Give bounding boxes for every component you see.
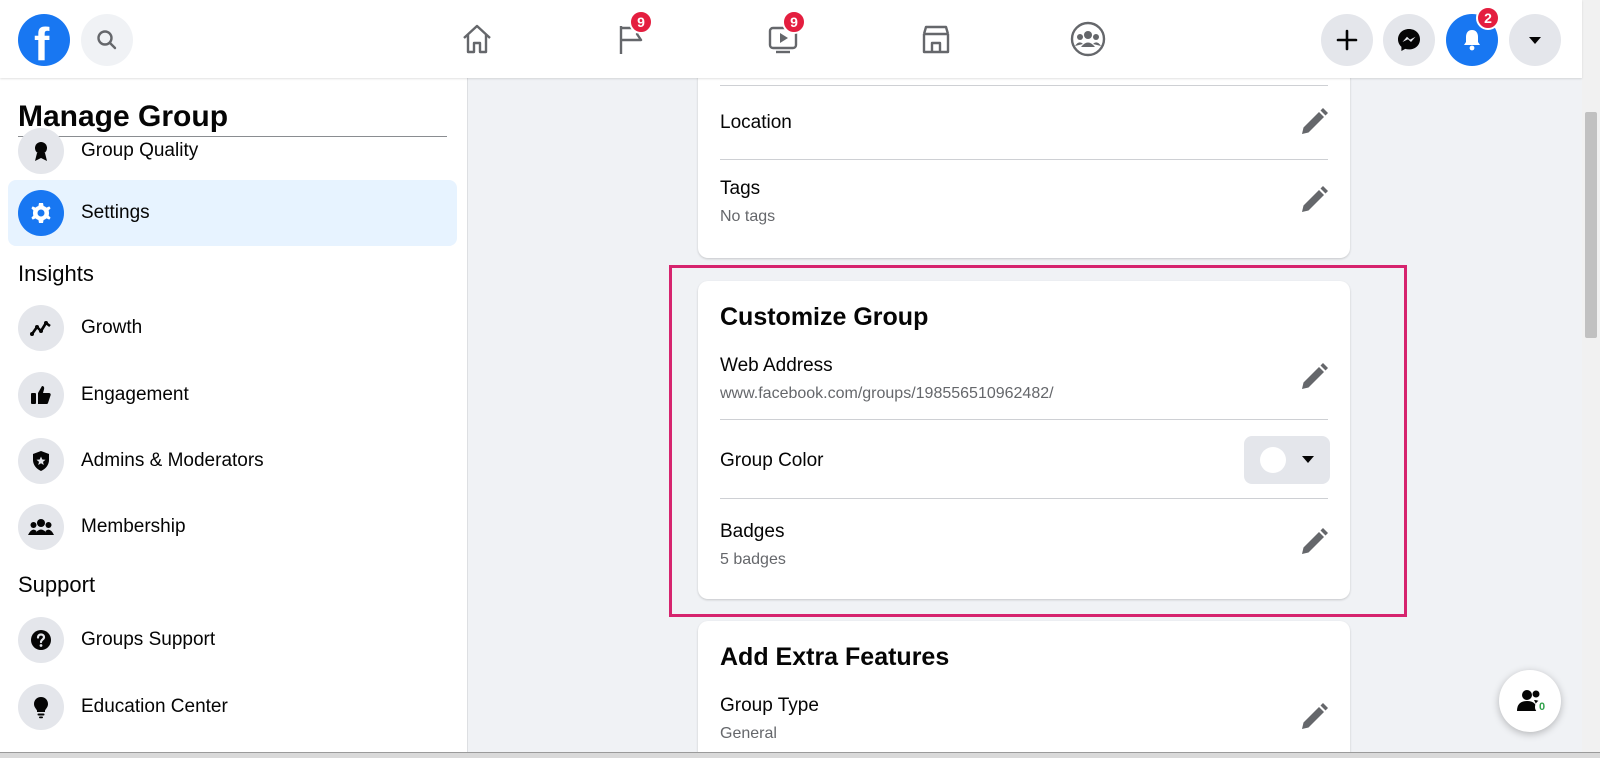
customize-group-card: Customize Group Web Address www.facebook… [698, 281, 1350, 599]
groups-icon [1070, 21, 1106, 57]
edit-web-address-button[interactable] [1298, 361, 1330, 393]
caret-down-icon [1302, 456, 1314, 463]
row-separator [720, 419, 1328, 420]
nav-home[interactable] [452, 14, 502, 64]
plus-icon [1336, 29, 1358, 51]
tags-label: Tags [720, 178, 761, 199]
sidebar-item-label: Membership [81, 516, 186, 537]
sidebar-item-group-quality[interactable]: Group Quality [8, 120, 457, 186]
sidebar-item-label: Education Center [81, 696, 228, 717]
taskbar-strip [0, 752, 1600, 758]
watch-badge: 9 [782, 10, 806, 34]
lightbulb-icon [18, 684, 64, 730]
badges-label: Badges [720, 521, 785, 542]
extra-features-title: Add Extra Features [720, 643, 950, 671]
customize-group-title: Customize Group [720, 303, 929, 331]
sidebar-item-label: Admins & Moderators [81, 450, 264, 471]
notifications-button[interactable]: 2 [1446, 6, 1500, 66]
caret-down-icon [1529, 37, 1541, 44]
scrollbar-thumb[interactable] [1585, 112, 1597, 338]
facebook-logo[interactable]: f [18, 14, 70, 70]
color-swatch [1260, 447, 1286, 473]
pencil-icon [1302, 186, 1328, 212]
pencil-icon [1302, 528, 1328, 554]
sidebar-item-label: Group Quality [81, 140, 199, 161]
group-type-label: Group Type [720, 695, 819, 716]
web-address-label: Web Address [720, 355, 833, 376]
insights-heading: Insights [18, 261, 94, 286]
group-color-label: Group Color [720, 450, 824, 471]
edit-tags-button[interactable] [1298, 184, 1330, 216]
top-navigation-bar: f 9 9 2 [0, 0, 1582, 78]
growth-icon [18, 305, 64, 351]
sidebar-item-groups-support[interactable]: Groups Support [8, 607, 457, 673]
web-address-value: www.facebook.com/groups/198556510962482/ [720, 385, 1054, 402]
sidebar-item-admins-moderators[interactable]: Admins & Moderators [8, 428, 457, 494]
sidebar-item-label: Growth [81, 317, 143, 338]
pencil-icon [1302, 108, 1328, 134]
nav-watch[interactable]: 9 [758, 10, 808, 64]
edit-location-button[interactable] [1298, 106, 1330, 138]
messenger-button[interactable] [1383, 14, 1435, 66]
edit-badges-button[interactable] [1298, 526, 1330, 558]
row-separator [720, 159, 1328, 160]
support-heading: Support [18, 572, 96, 597]
pencil-icon [1302, 703, 1328, 729]
extra-features-card: Add Extra Features Group Type General [698, 621, 1350, 758]
settings-card: Location Tags No tags [698, 70, 1350, 258]
sidebar-item-label: Settings [81, 202, 150, 223]
account-menu-button[interactable] [1509, 14, 1561, 66]
nav-groups[interactable] [1063, 14, 1113, 64]
bell-icon [1464, 30, 1480, 51]
chat-count: 0 [1535, 700, 1549, 714]
row-separator [720, 85, 1328, 86]
search-icon [97, 30, 117, 50]
gear-icon [18, 190, 64, 236]
search-button[interactable] [81, 14, 133, 66]
group-color-dropdown[interactable] [1244, 436, 1330, 484]
sidebar-item-engagement[interactable]: Engagement [8, 362, 457, 428]
page-scrollbar[interactable] [1582, 0, 1600, 758]
sidebar-item-label: Engagement [81, 384, 189, 405]
sidebar-item-education-center[interactable]: Education Center [8, 674, 457, 740]
create-button[interactable] [1321, 14, 1373, 66]
nav-marketplace[interactable] [911, 14, 961, 64]
sidebar-item-settings[interactable]: Settings [8, 180, 457, 246]
home-icon [463, 24, 491, 54]
logo-letter: f [34, 18, 50, 70]
sidebar-item-membership[interactable]: Membership [8, 494, 457, 560]
thumbs-up-icon [18, 372, 64, 418]
marketplace-icon [922, 25, 950, 54]
notifications-badge: 2 [1476, 6, 1500, 30]
ribbon-icon [18, 128, 64, 174]
sidebar-item-growth[interactable]: Growth [8, 295, 457, 361]
row-separator [720, 498, 1328, 499]
messenger-icon [1398, 29, 1420, 51]
location-label: Location [720, 112, 792, 133]
manage-group-sidebar: Manage Group Group Quality Settings Insi… [0, 78, 468, 758]
people-icon [18, 504, 64, 550]
pages-badge: 9 [629, 10, 653, 34]
shield-star-icon [18, 438, 64, 484]
sidebar-item-label: Groups Support [81, 629, 216, 650]
group-chats-button[interactable]: 0 [1499, 670, 1561, 732]
group-type-value: General [720, 725, 777, 742]
badges-value: 5 badges [720, 551, 786, 568]
tags-value: No tags [720, 208, 776, 225]
edit-group-type-button[interactable] [1298, 701, 1330, 733]
question-icon [18, 617, 64, 663]
pencil-icon [1302, 363, 1328, 389]
nav-pages[interactable]: 9 [605, 10, 655, 64]
